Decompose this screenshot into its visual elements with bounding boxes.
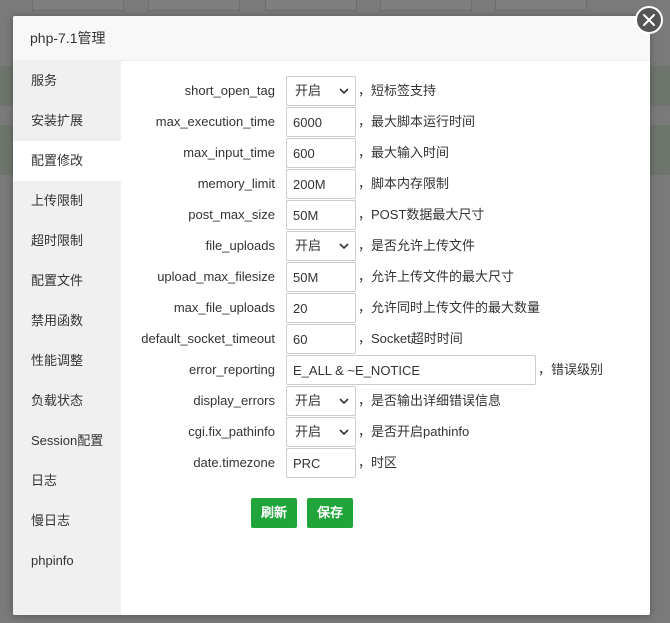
config-key-label: max_input_time: [183, 145, 275, 160]
sidebar-item[interactable]: 负载状态: [13, 381, 121, 421]
sidebar-item[interactable]: 上传限制: [13, 181, 121, 221]
save-button[interactable]: 保存: [307, 498, 353, 528]
config-key-label: cgi.fix_pathinfo: [188, 424, 275, 439]
chevron-down-icon: [339, 243, 349, 250]
config-key-label: short_open_tag: [184, 83, 275, 98]
config-key-label: file_uploads: [205, 238, 275, 253]
config-input[interactable]: [286, 293, 356, 323]
config-input[interactable]: [286, 107, 356, 137]
config-row: memory_limit ，脚本内存限制: [121, 169, 650, 199]
config-description: ，短标签支持: [358, 83, 437, 98]
config-key-label: display_errors: [193, 393, 275, 408]
sidebar-item[interactable]: Session配置: [13, 421, 121, 461]
sidebar-item[interactable]: phpinfo: [13, 541, 121, 581]
config-row: max_execution_time ，最大脚本运行时间: [121, 107, 650, 137]
config-description: ，最大脚本运行时间: [358, 114, 476, 129]
config-row: error_reporting ，错误级别: [121, 355, 650, 385]
config-key-label: date.timezone: [193, 455, 275, 470]
config-key-label: post_max_size: [188, 207, 275, 222]
dialog-sidebar: 服务 安装扩展 配置修改 上传限制 超时限制 配置文件 禁用函数 性能调整 负载状态 Sessio…: [13, 61, 121, 615]
config-description: ，Socket超时时间: [358, 331, 463, 346]
sidebar-item[interactable]: 超时限制: [13, 221, 121, 261]
config-input[interactable]: [286, 448, 356, 478]
sidebar-item[interactable]: 服务: [13, 61, 121, 101]
config-key-label: upload_max_filesize: [157, 269, 275, 284]
chevron-down-icon: [339, 88, 349, 95]
config-key-label: max_file_uploads: [173, 300, 275, 315]
config-input[interactable]: [286, 262, 356, 292]
config-row: file_uploads 开启 ，是否允许上传文件: [121, 231, 650, 261]
sidebar-item[interactable]: 禁用函数: [13, 301, 121, 341]
chevron-down-icon: [339, 398, 349, 405]
config-row: max_file_uploads ，允许同时上传文件的最大数量: [121, 293, 650, 323]
sidebar-item[interactable]: 性能调整: [13, 341, 121, 381]
config-row: max_input_time ，最大输入时间: [121, 138, 650, 168]
config-select[interactable]: 开启: [286, 76, 356, 106]
config-description: ，错误级别: [538, 362, 604, 377]
config-description: ，允许同时上传文件的最大数量: [358, 300, 541, 315]
config-input[interactable]: [286, 138, 356, 168]
config-row: cgi.fix_pathinfo 开启 ，是否开启pathinfo: [121, 417, 650, 447]
config-description: ，时区: [358, 455, 398, 470]
config-description: ，是否允许上传文件: [358, 238, 476, 253]
sidebar-item[interactable]: 慢日志: [13, 501, 121, 541]
config-key-label: memory_limit: [197, 176, 275, 191]
config-input[interactable]: [286, 355, 536, 385]
close-button[interactable]: [635, 6, 663, 34]
php-manager-dialog: php-7.1管理 服务 安装扩展 配置修改 上传限制 超时限制 配置文件 禁用函数 性能调整…: [13, 16, 650, 615]
close-icon: [643, 14, 655, 26]
sidebar-item[interactable]: 配置文件: [13, 261, 121, 301]
config-row: upload_max_filesize ，允许上传文件的最大尺寸: [121, 262, 650, 292]
config-row: default_socket_timeout ，Socket超时时间: [121, 324, 650, 354]
config-row: date.timezone ，时区: [121, 448, 650, 478]
select-value: 开启: [295, 83, 322, 98]
config-description: ，允许上传文件的最大尺寸: [358, 269, 515, 284]
sidebar-item[interactable]: 配置修改: [13, 141, 121, 181]
config-description: ，POST数据最大尺寸: [358, 207, 485, 222]
config-key-label: max_execution_time: [155, 114, 275, 129]
config-row: short_open_tag 开启 ，短标签支持: [121, 76, 650, 106]
config-input[interactable]: [286, 200, 356, 230]
select-value: 开启: [295, 424, 322, 439]
select-value: 开启: [295, 393, 322, 408]
refresh-button[interactable]: 刷新: [251, 498, 297, 528]
config-input[interactable]: [286, 169, 356, 199]
config-description: ，最大输入时间: [358, 145, 450, 160]
dialog-title: php-7.1管理: [13, 16, 650, 61]
config-select[interactable]: 开启: [286, 386, 356, 416]
config-description: ，脚本内存限制: [358, 176, 450, 191]
chevron-down-icon: [339, 429, 349, 436]
config-select[interactable]: 开启: [286, 417, 356, 447]
config-input[interactable]: [286, 324, 356, 354]
config-key-label: error_reporting: [189, 362, 275, 377]
config-description: ，是否开启pathinfo: [358, 424, 470, 439]
config-row: post_max_size ，POST数据最大尺寸: [121, 200, 650, 230]
sidebar-item[interactable]: 安装扩展: [13, 101, 121, 141]
config-row: display_errors 开启 ，是否输出详细错误信息: [121, 386, 650, 416]
config-select[interactable]: 开启: [286, 231, 356, 261]
config-key-label: default_socket_timeout: [141, 331, 275, 346]
config-form: 刷新 保存 short_open_tag 开启 ，短标签支持 max_executio…: [121, 61, 650, 615]
config-description: ，是否输出详细错误信息: [358, 393, 502, 408]
sidebar-item[interactable]: 日志: [13, 461, 121, 501]
select-value: 开启: [295, 238, 322, 253]
